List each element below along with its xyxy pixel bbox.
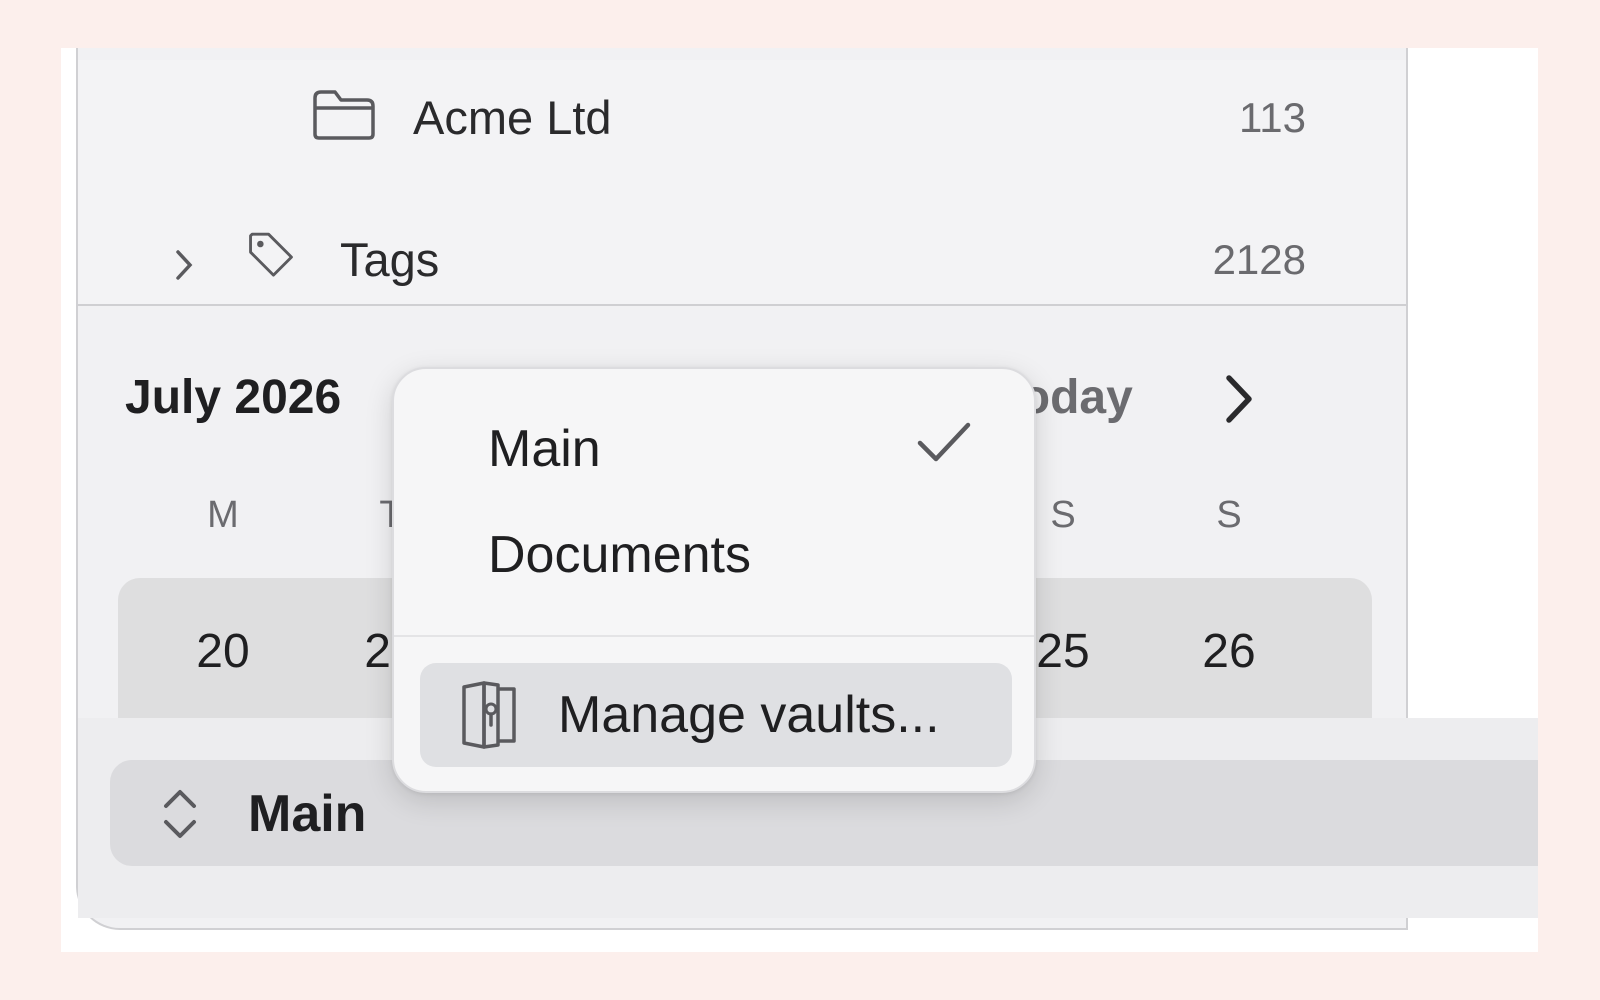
menu-item-documents[interactable]: Documents (394, 503, 1034, 603)
tag-icon (249, 232, 293, 277)
manage-vaults-button[interactable]: Manage vaults... (420, 663, 1012, 767)
sidebar-item-count: 2128 (1212, 236, 1306, 283)
chevron-up-down-icon (164, 790, 196, 838)
calendar-month-title: July 2026 (125, 371, 342, 424)
folder-icon (313, 90, 375, 140)
manage-vaults-label: Manage vaults... (558, 686, 940, 744)
sidebar-item-label: Tags (340, 233, 440, 286)
checkmark-icon (917, 422, 971, 462)
weekday-header: S (1216, 494, 1242, 536)
next-month-chevron-icon[interactable] (1215, 372, 1261, 426)
calendar-day[interactable]: 20 (173, 624, 273, 679)
chevron-right-icon (176, 250, 193, 280)
menu-item-label: Documents (488, 526, 751, 584)
menu-divider (394, 635, 1034, 637)
vault-switcher-label: Main (248, 785, 367, 843)
window-frame: Acme Ltd 113 Tags 2128 July 2026 Today M… (61, 48, 1538, 952)
calendar-day[interactable]: 26 (1179, 624, 1279, 679)
vault-dropdown-menu: Main Documents Manage vaults... (392, 367, 1036, 793)
sidebar-item-label: Acme Ltd (413, 91, 612, 144)
sidebar-list: Acme Ltd 113 Tags 2128 (76, 60, 1408, 306)
menu-item-main[interactable]: Main (394, 397, 1034, 497)
sidebar-item-count: 113 (1239, 94, 1306, 141)
vault-icon (462, 681, 516, 749)
sidebar-item-tags[interactable]: Tags 2128 (78, 212, 1406, 292)
weekday-header: M (207, 494, 239, 536)
sidebar-item-acme-ltd[interactable]: Acme Ltd 113 (78, 70, 1406, 150)
menu-item-label: Main (488, 420, 601, 478)
